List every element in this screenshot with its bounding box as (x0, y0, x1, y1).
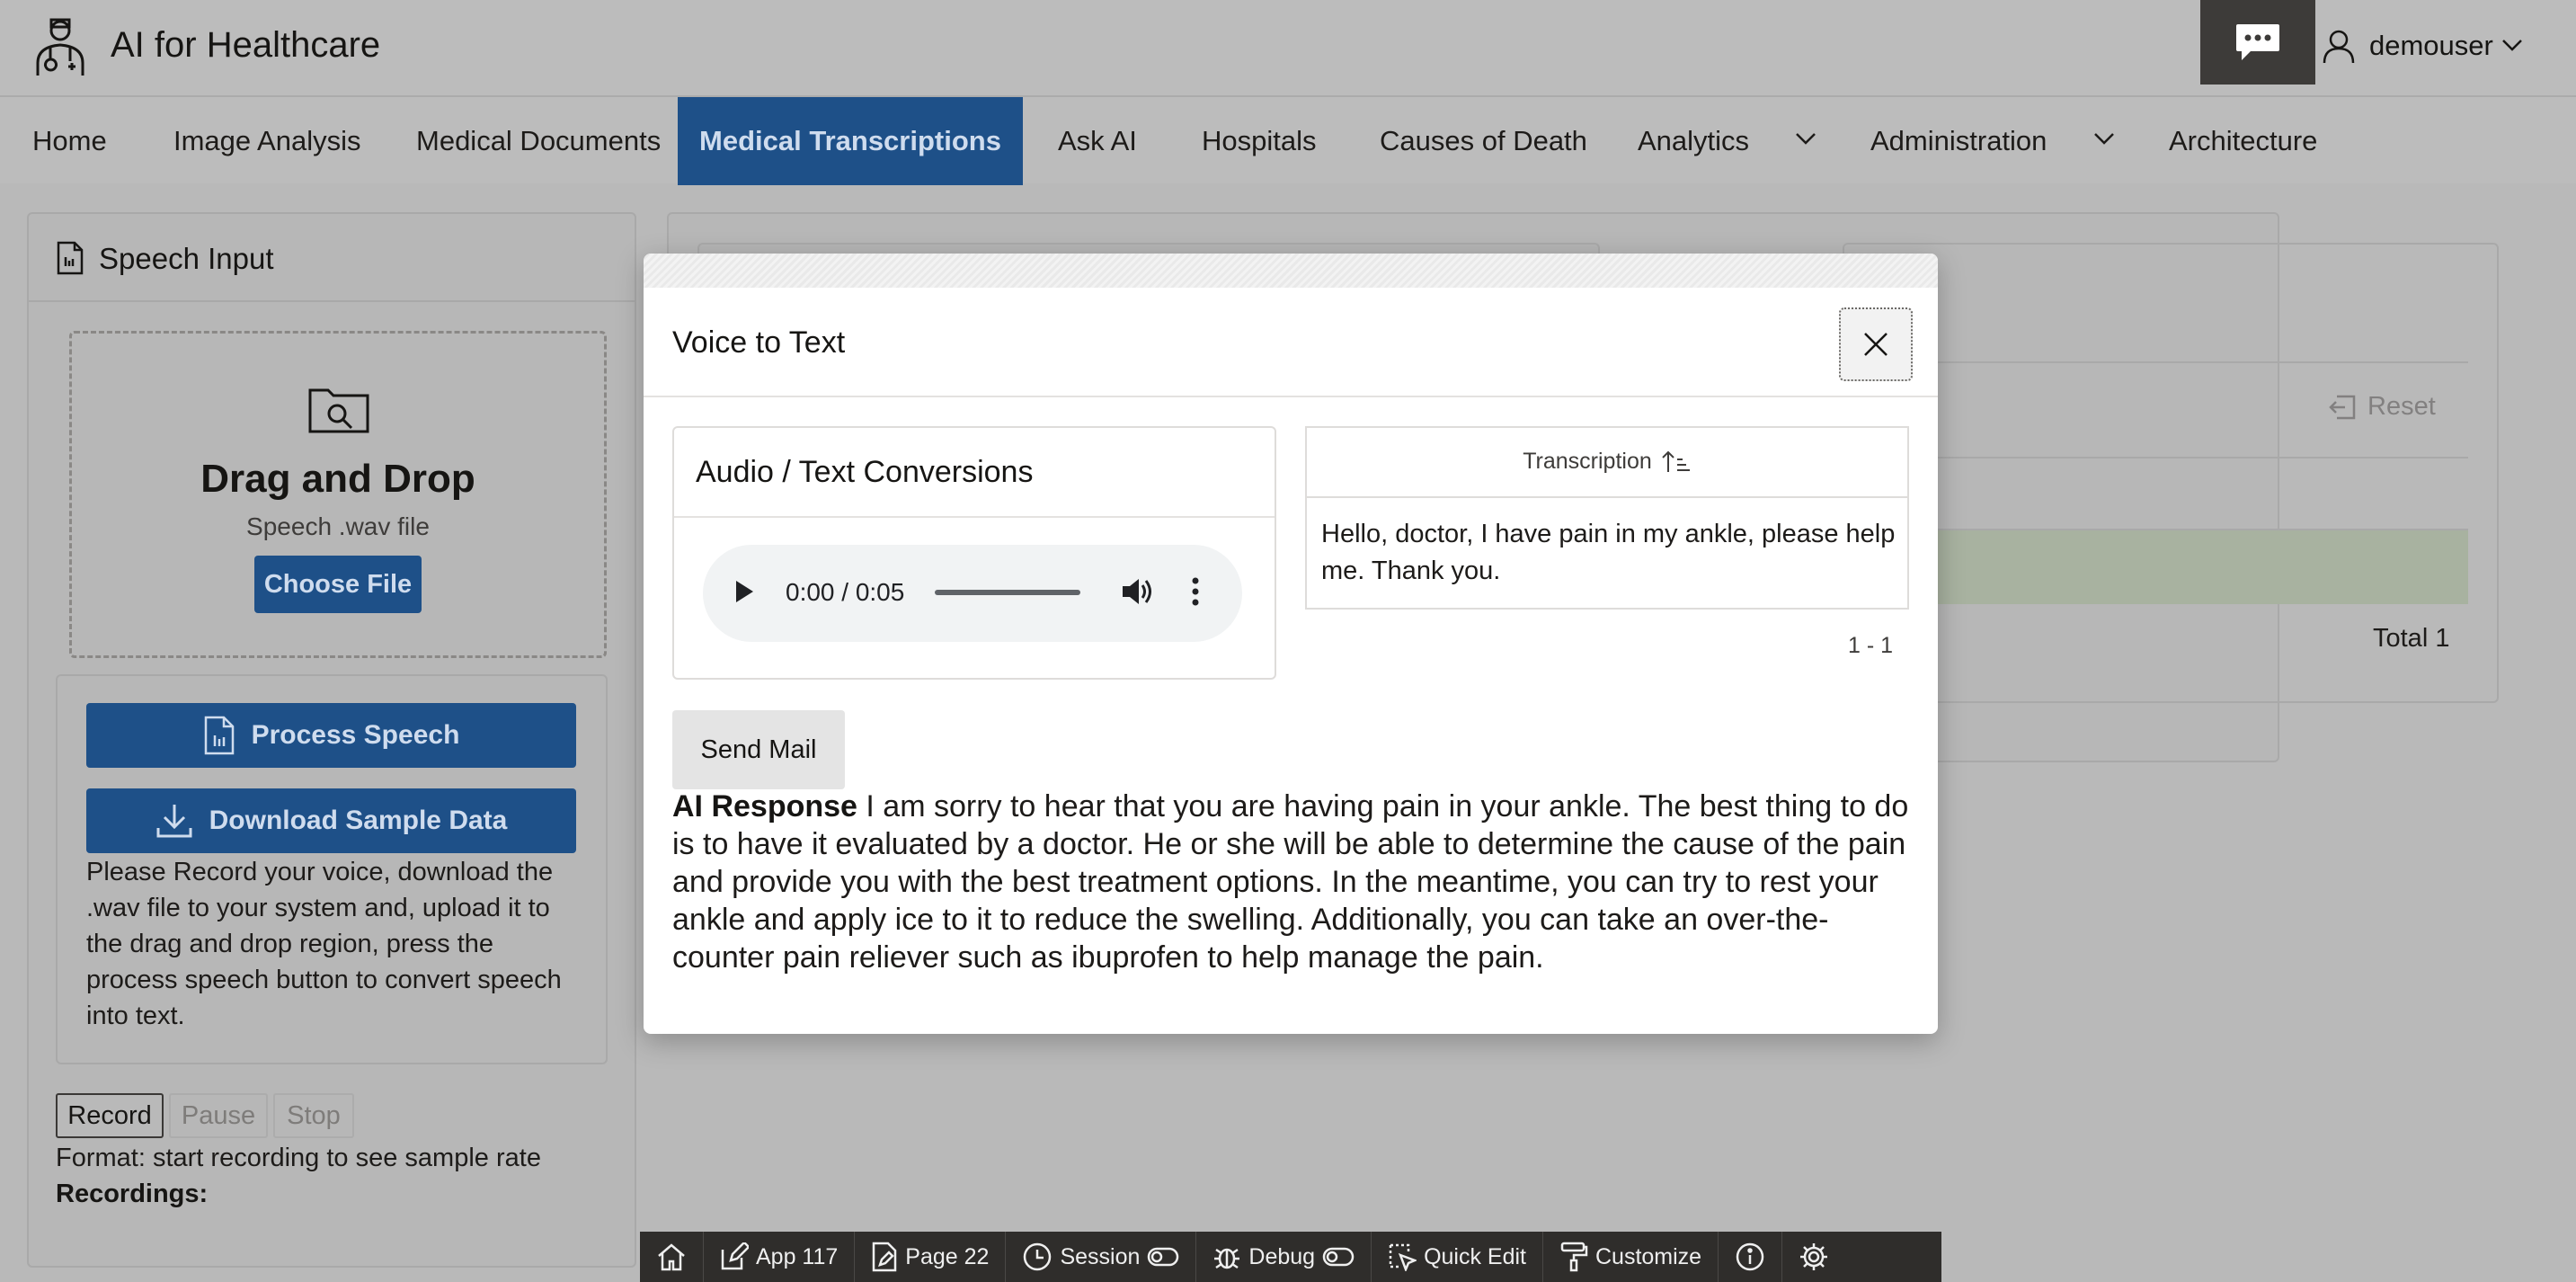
nav-item-causes-of-death[interactable]: Causes of Death (1380, 97, 1587, 185)
app-header (0, 0, 2576, 95)
file-audio-icon (56, 241, 84, 275)
nav-item-medical-transcriptions[interactable]: Medical Transcriptions (678, 97, 1023, 185)
nav-item-home[interactable]: Home (0, 97, 139, 185)
panel-title: Speech Input (99, 242, 274, 275)
bug-icon (1214, 1248, 1240, 1269)
chat-button[interactable] (2200, 0, 2315, 85)
dialog-drag-handle[interactable] (644, 254, 1938, 288)
chevron-down-icon[interactable] (2500, 36, 2524, 54)
column-header-label: Transcription (1523, 448, 1652, 474)
dropzone-subtitle: Speech .wav file (246, 512, 430, 540)
transcription-cell: Hello, doctor, I have pain in my ankle, … (1321, 520, 1896, 585)
sort-ascending-icon (1662, 450, 1690, 472)
toolbar-info-button[interactable] (1719, 1232, 1783, 1282)
page-edit-icon (873, 1242, 897, 1272)
audio-progress-slider[interactable] (935, 590, 1080, 595)
app-title[interactable]: AI for Healthcare (111, 25, 380, 66)
toolbar-session-label: Session (1060, 1243, 1141, 1269)
chevron-down-icon[interactable] (2092, 129, 2116, 147)
nav-item-hospitals[interactable]: Hospitals (1202, 97, 1317, 185)
toolbar-page-label: Page 22 (905, 1243, 990, 1269)
main-nav: Home Image Analysis Medical Documents Me… (0, 95, 2576, 185)
developer-toolbar: App 117 Page 22 Session Debug Quick Edit (640, 1232, 1941, 1282)
download-sample-data-label: Download Sample Data (209, 806, 508, 835)
choose-file-button[interactable]: Choose File (254, 556, 422, 613)
nav-item-ask-ai[interactable]: Ask AI (1058, 97, 1137, 185)
nav-item-image-analysis[interactable]: Image Analysis (173, 97, 361, 185)
ai-response-text: I am sorry to hear that you are having p… (672, 789, 1909, 975)
transcription-column-header[interactable]: Transcription (1305, 426, 1909, 498)
toolbar-customize-button[interactable]: Customize (1543, 1232, 1719, 1282)
toolbar-home-button[interactable] (640, 1232, 704, 1282)
reset-icon (2329, 395, 2356, 419)
home-icon (658, 1243, 685, 1271)
close-button[interactable] (1839, 307, 1913, 381)
send-mail-button[interactable]: Send Mail (672, 710, 845, 789)
voice-to-text-dialog: Voice to Text Audio / Text Conversions 0… (644, 254, 1938, 1034)
quick-edit-icon (1389, 1243, 1417, 1271)
panel-divider (27, 300, 636, 302)
toolbar-settings-button[interactable] (1782, 1232, 1845, 1282)
audio-time: 0:00 / 0:05 (786, 578, 905, 606)
more-options-icon[interactable] (1190, 575, 1201, 608)
instructions-text: Please Record your voice, download the .… (86, 858, 562, 1030)
dropzone-title: Drag and Drop (200, 457, 475, 501)
recordings-label: Recordings: (56, 1180, 209, 1208)
toolbar-debug-label: Debug (1248, 1243, 1316, 1269)
toolbar-page-button[interactable]: Page 22 (855, 1232, 1007, 1282)
user-icon[interactable] (2321, 29, 2357, 65)
pagination-info: 1 - 1 (1848, 633, 1894, 658)
toolbar-app-button[interactable]: App 117 (704, 1232, 856, 1282)
nav-item-medical-documents[interactable]: Medical Documents (416, 97, 661, 185)
info-icon (1736, 1242, 1764, 1271)
format-status-text: Format: start recording to see sample ra… (56, 1144, 541, 1172)
reset-label: Reset (2367, 392, 2436, 421)
toggle-icon (1322, 1247, 1355, 1267)
nav-item-analytics[interactable]: Analytics (1638, 97, 1749, 185)
table-row-selected (1932, 530, 2468, 604)
download-icon (156, 805, 192, 838)
play-icon[interactable] (733, 579, 755, 604)
edit-icon (721, 1242, 749, 1270)
volume-icon[interactable] (1120, 575, 1152, 608)
nav-item-architecture[interactable]: Architecture (2169, 97, 2317, 185)
gear-icon (1800, 1243, 1828, 1270)
chevron-down-icon[interactable] (1794, 129, 1817, 147)
user-menu-name[interactable]: demouser (2369, 30, 2493, 62)
ai-response-label: AI Response (672, 789, 857, 824)
close-icon (1864, 333, 1888, 356)
card-divider (674, 516, 1275, 518)
record-button[interactable]: Record (56, 1093, 164, 1138)
doctor-logo-icon[interactable] (29, 14, 92, 77)
toolbar-quick-edit-button[interactable]: Quick Edit (1372, 1232, 1543, 1282)
process-speech-label: Process Speech (251, 720, 460, 750)
table-row (1932, 457, 2468, 530)
chat-icon (2236, 24, 2279, 60)
download-sample-data-button[interactable]: Download Sample Data (86, 788, 576, 853)
ai-response: AI Response I am sorry to hear that you … (672, 788, 1916, 976)
toolbar-quick-edit-label: Quick Edit (1424, 1243, 1526, 1269)
dialog-divider (644, 396, 1938, 397)
toggle-icon (1148, 1247, 1179, 1267)
file-audio-icon (204, 716, 234, 755)
pause-button[interactable]: Pause (169, 1093, 268, 1138)
process-speech-button[interactable]: Process Speech (86, 703, 576, 768)
stop-button[interactable]: Stop (273, 1093, 354, 1138)
card-title: Audio / Text Conversions (696, 455, 1034, 489)
dialog-title: Voice to Text (672, 325, 846, 360)
toolbar-session-button[interactable]: Session (1006, 1232, 1197, 1282)
paint-roller-icon (1560, 1242, 1588, 1272)
report-total: Total 1 (2373, 624, 2450, 653)
reset-button[interactable]: Reset (2328, 392, 2436, 422)
toolbar-debug-button[interactable]: Debug (1196, 1232, 1372, 1282)
clock-icon (1024, 1242, 1052, 1271)
toolbar-app-label: App 117 (756, 1243, 839, 1269)
folder-search-icon (307, 385, 370, 435)
toolbar-customize-label: Customize (1595, 1243, 1702, 1269)
nav-item-administration[interactable]: Administration (1870, 97, 2047, 185)
